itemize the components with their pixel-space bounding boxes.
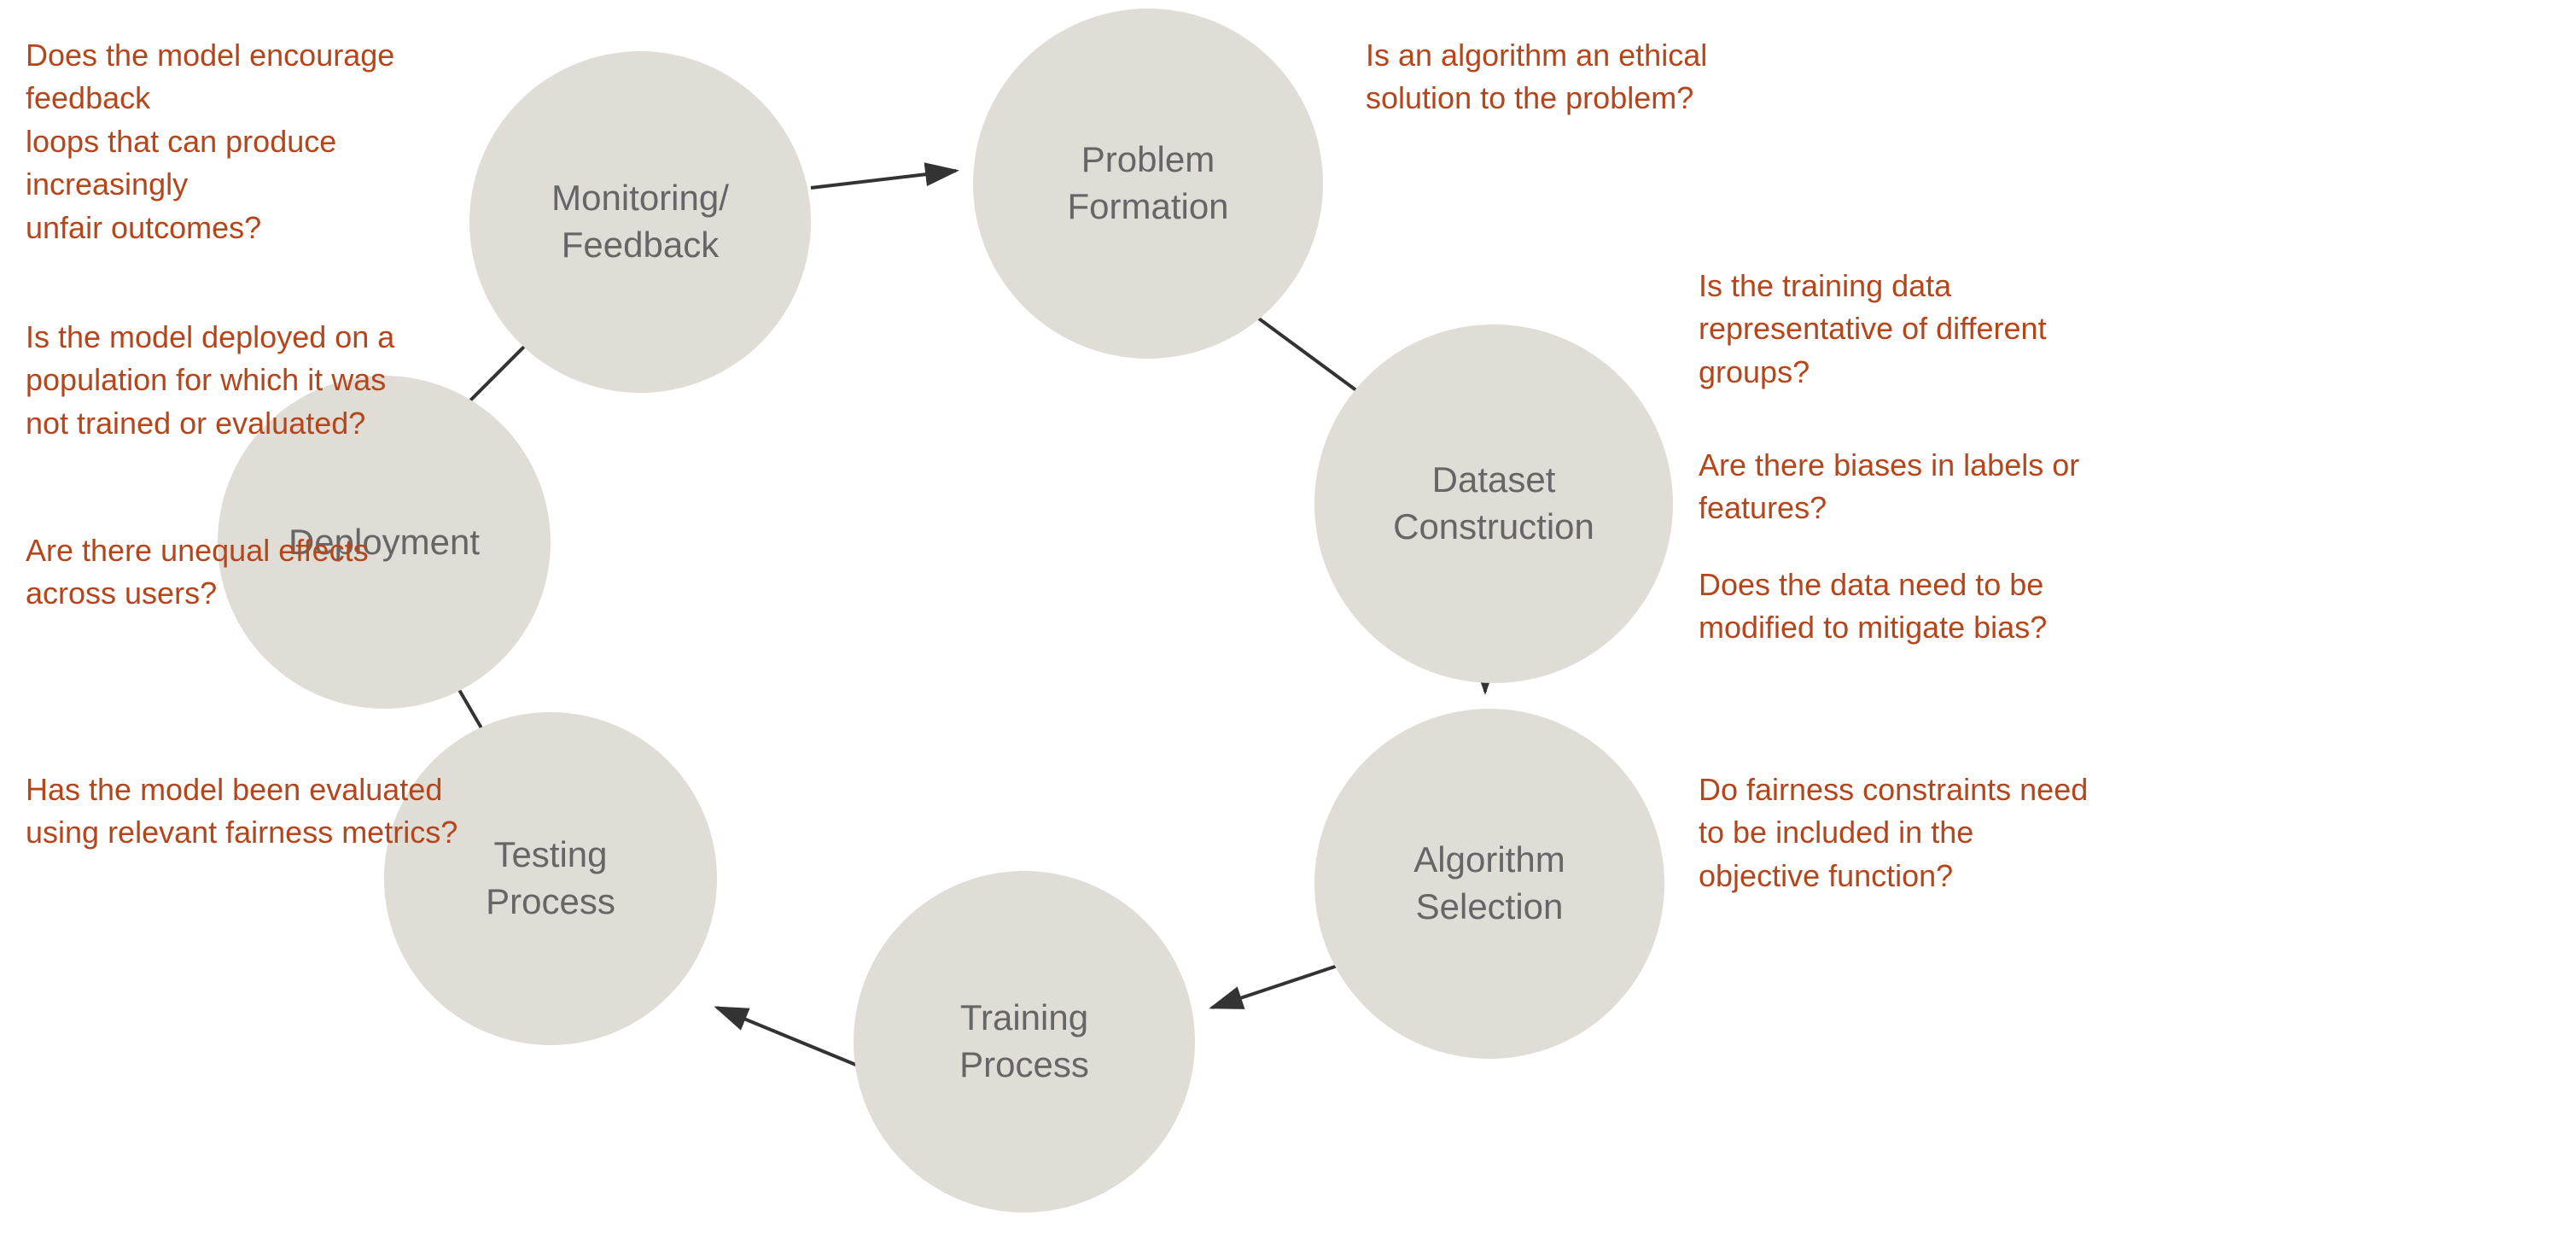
- training-process-label: TrainingProcess: [959, 995, 1089, 1088]
- testing-process-label: TestingProcess: [486, 832, 615, 925]
- question-ethical-solution: Is an algorithm an ethicalsolution to th…: [1366, 34, 1775, 120]
- question-data-modified: Does the data need to bemodified to miti…: [1699, 564, 2108, 650]
- question-feedback-loops: Does the model encourage feedbackloops t…: [26, 34, 452, 249]
- question-training-data: Is the training datarepresentative of di…: [1699, 265, 2108, 394]
- algorithm-selection-label: AlgorithmSelection: [1413, 837, 1565, 930]
- training-process-circle: TrainingProcess: [854, 871, 1195, 1213]
- testing-process-circle: TestingProcess: [384, 712, 717, 1045]
- diagram-container: Monitoring/Feedback ProblemFormation Dat…: [0, 0, 2576, 1233]
- dataset-construction-label: DatasetConstruction: [1393, 457, 1594, 550]
- question-unequal-effects: Are there unequal effectsacross users?: [26, 529, 410, 616]
- dataset-construction-circle: DatasetConstruction: [1314, 324, 1673, 683]
- question-biases-labels: Are there biases in labels orfeatures?: [1699, 444, 2108, 530]
- question-deployed-population: Is the model deployed on apopulation for…: [26, 316, 410, 445]
- problem-formation-label: ProblemFormation: [1067, 137, 1228, 230]
- question-fairness-metrics: Has the model been evaluatedusing releva…: [26, 768, 487, 855]
- question-fairness-constraints: Do fairness constraints needto be includ…: [1699, 768, 2108, 897]
- monitoring-feedback-circle: Monitoring/Feedback: [469, 51, 811, 393]
- algorithm-selection-circle: AlgorithmSelection: [1314, 709, 1664, 1059]
- problem-formation-circle: ProblemFormation: [973, 9, 1323, 359]
- monitoring-feedback-label: Monitoring/Feedback: [551, 175, 729, 268]
